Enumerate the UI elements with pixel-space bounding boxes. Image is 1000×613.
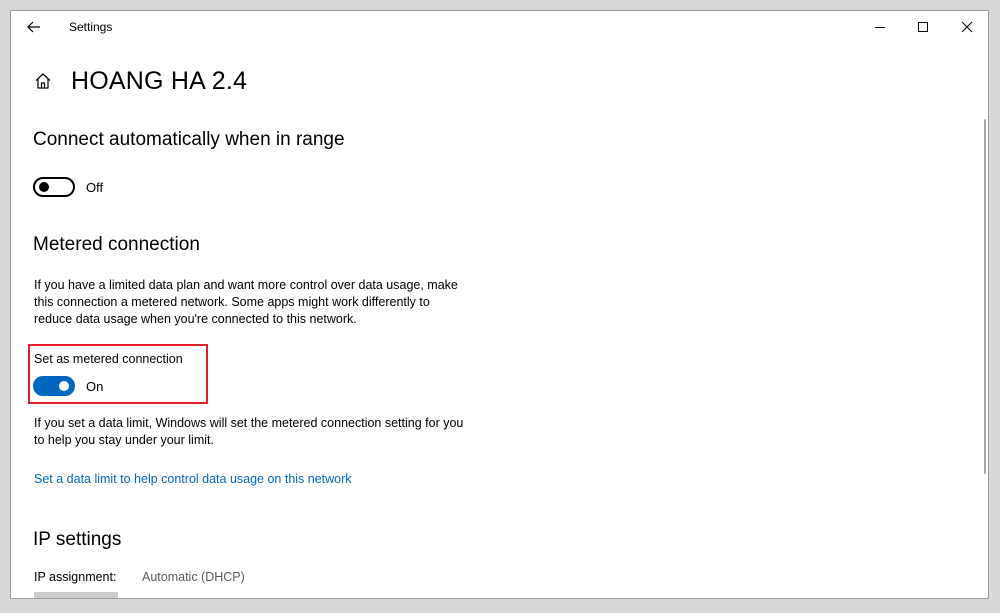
metered-toggle-row: On: [33, 376, 103, 396]
app-title: Settings: [69, 20, 113, 34]
close-button[interactable]: [945, 11, 988, 43]
metered-toggle[interactable]: [33, 376, 75, 396]
maximize-button[interactable]: [901, 11, 945, 43]
connect-auto-toggle-state: Off: [86, 179, 104, 195]
ip-edit-button[interactable]: [34, 592, 118, 598]
minimize-icon: [875, 27, 885, 28]
set-data-limit-link[interactable]: Set a data limit to help control data us…: [34, 472, 352, 486]
back-arrow-icon: [27, 21, 40, 33]
page-title: HOANG HA 2.4: [71, 66, 248, 95]
ip-settings-heading: IP settings: [33, 529, 122, 550]
close-icon: [961, 21, 973, 33]
connect-auto-heading: Connect automatically when in range: [33, 129, 345, 150]
vertical-scrollbar[interactable]: [984, 119, 986, 474]
title-bar: Settings: [11, 11, 988, 43]
maximize-icon: [918, 22, 928, 32]
metered-setting-label: Set as metered connection: [34, 352, 183, 366]
toggle-knob: [39, 182, 49, 192]
connect-auto-toggle-row: Off: [33, 177, 103, 197]
settings-window: Settings HOANG HA 2.4 Connect automatica…: [10, 10, 989, 599]
back-button[interactable]: [19, 15, 49, 39]
metered-heading: Metered connection: [33, 234, 200, 255]
toggle-knob: [59, 381, 69, 391]
ip-assignment-value: Automatic (DHCP): [142, 570, 245, 584]
connect-auto-toggle[interactable]: [33, 177, 75, 197]
ip-assignment-label: IP assignment:: [34, 570, 117, 584]
minimize-button[interactable]: [858, 11, 902, 43]
metered-toggle-state: On: [86, 378, 104, 394]
data-limit-note: If you set a data limit, Windows will se…: [34, 416, 464, 447]
page-header: HOANG HA 2.4: [33, 65, 247, 97]
metered-description: If you have a limited data plan and want…: [34, 278, 458, 326]
ip-assignment-row: IP assignment: Automatic (DHCP): [34, 570, 245, 584]
home-icon[interactable]: [34, 72, 52, 90]
